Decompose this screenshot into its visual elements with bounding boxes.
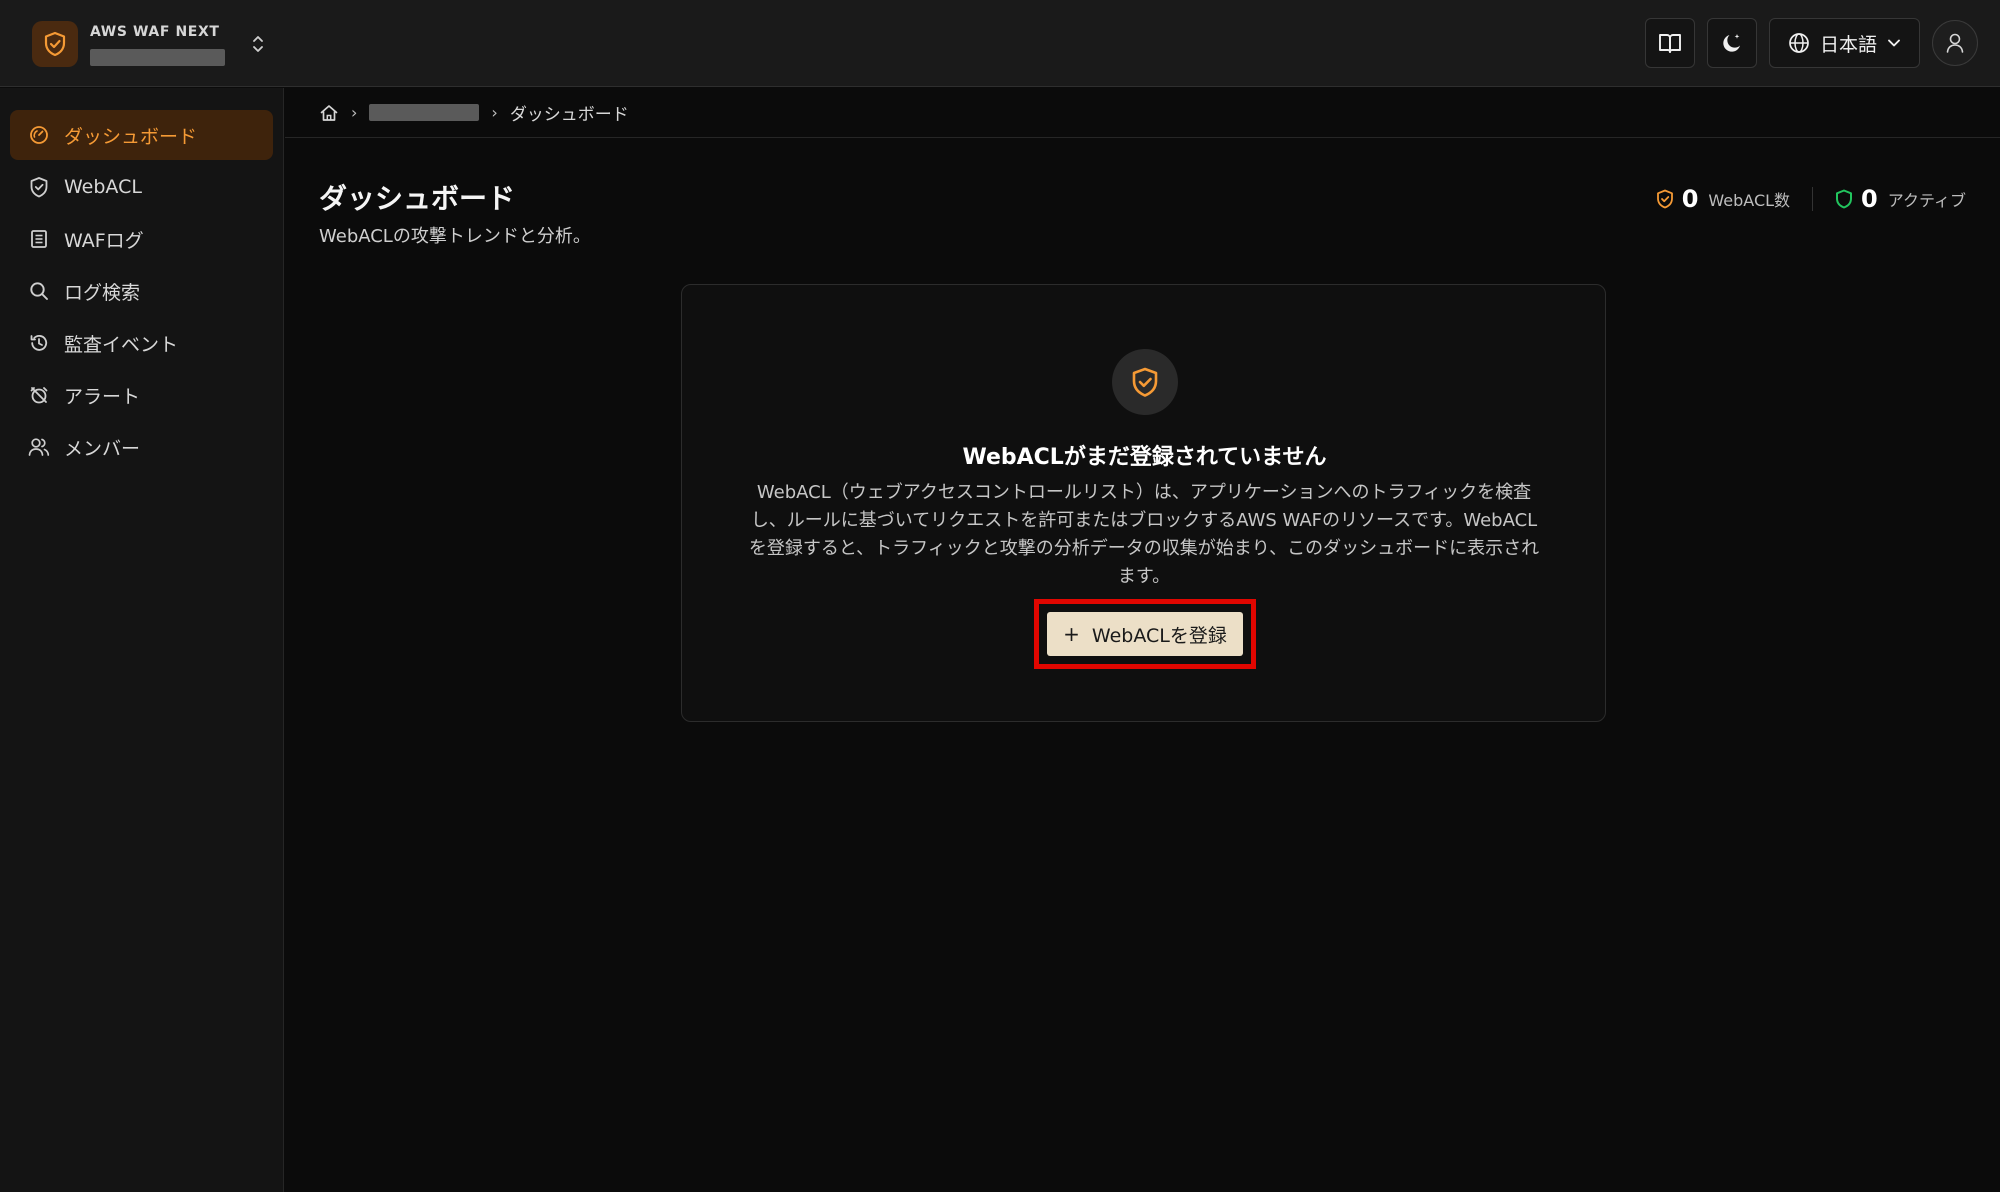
summary-stats: 0 WebACL数 0 アクティブ: [1656, 184, 1966, 214]
chevron-right-icon: ›: [491, 103, 498, 122]
sidebar-item-label: メンバー: [64, 437, 141, 460]
users-icon: [28, 436, 50, 458]
alarm-off-icon: [28, 384, 50, 406]
user-icon: [1946, 33, 1964, 53]
shield-check-icon: [1112, 349, 1178, 415]
home-icon[interactable]: [319, 104, 339, 122]
sidebar-item-label: ログ検索: [64, 281, 141, 304]
page-title: ダッシュボード: [319, 182, 516, 215]
register-webacl-label: WebACLを登録: [1091, 624, 1227, 647]
brand-name: AWS WAF NEXT: [90, 23, 220, 40]
sidebar-item-webacl[interactable]: WebACL: [10, 162, 273, 212]
sidebar-item-label: WebACL: [64, 176, 142, 198]
stat-webacl-count-label: WebACL数: [1708, 191, 1791, 210]
highlight-box: + WebACLを登録: [1034, 599, 1256, 669]
page-subtitle: WebACLの攻撃トレンドと分析。: [319, 226, 591, 247]
account-switcher-button[interactable]: [246, 29, 270, 59]
stat-active-count: 0 アクティブ: [1835, 185, 1966, 213]
sidebar-item-members[interactable]: メンバー: [10, 422, 273, 472]
empty-state-title: WebACLがまだ登録されていません: [962, 445, 1327, 470]
chevron-down-icon: [1888, 39, 1900, 47]
breadcrumb: › › ダッシュボード: [285, 88, 2000, 138]
language-select[interactable]: 日本語: [1768, 18, 1920, 68]
log-list-icon: [28, 228, 50, 250]
shield-check-icon: [28, 176, 50, 198]
theme-toggle-button[interactable]: [1706, 18, 1757, 68]
stat-active-count-label: アクティブ: [1887, 191, 1966, 210]
docs-button[interactable]: [1644, 18, 1695, 68]
brand-text: AWS WAF NEXT: [90, 23, 230, 66]
globe-icon: [1789, 33, 1809, 53]
gauge-icon: [28, 124, 50, 146]
stat-webacl-count-value: 0: [1681, 185, 1699, 213]
sidebar-item-label: ダッシュボード: [64, 125, 198, 148]
stat-active-count-value: 0: [1861, 185, 1878, 213]
history-icon: [28, 332, 50, 354]
plus-icon: +: [1063, 622, 1080, 646]
empty-state-card: WebACLがまだ登録されていません WebACL（ウェブアクセスコントロールリ…: [681, 284, 1606, 722]
sidebar-item-audit-events[interactable]: 監査イベント: [10, 318, 273, 368]
stat-divider: [1812, 187, 1814, 211]
shield-check-icon: [1656, 189, 1673, 209]
sidebar-item-dashboard[interactable]: ダッシュボード: [10, 110, 273, 160]
top-actions: 日本語: [1644, 18, 1978, 68]
main-content: › › ダッシュボード ダッシュボード WebACLの攻撃トレンドと分析。 0 …: [285, 88, 2000, 1192]
redacted-account-name: [90, 48, 225, 66]
sidebar-item-log-search[interactable]: ログ検索: [10, 266, 273, 316]
breadcrumb-redacted-account[interactable]: [369, 104, 480, 121]
brand-logo-icon: [32, 21, 78, 67]
page-header: ダッシュボード WebACLの攻撃トレンドと分析。: [319, 180, 591, 248]
sidebar-nav: ダッシュボード WebACL WAFログ ログ検索 監査イベント アラート メン…: [0, 88, 283, 472]
sidebar-item-waf-logs[interactable]: WAFログ: [10, 214, 273, 264]
stat-webacl-count: 0 WebACL数: [1656, 185, 1790, 213]
user-menu-button[interactable]: [1932, 20, 1978, 66]
search-icon: [28, 280, 50, 302]
top-bar: AWS WAF NEXT 日本語: [0, 0, 2000, 87]
sidebar-item-alerts[interactable]: アラート: [10, 370, 273, 420]
breadcrumb-current: ダッシュボード: [509, 105, 629, 125]
moon-stars-icon: [1723, 34, 1740, 52]
sidebar: ダッシュボード WebACL WAFログ ログ検索 監査イベント アラート メン…: [0, 88, 284, 1192]
sidebar-item-label: アラート: [64, 385, 141, 408]
chevron-right-icon: ›: [351, 103, 358, 122]
empty-state-description: WebACL（ウェブアクセスコントロールリスト）は、アプリケーションへのトラフィ…: [748, 482, 1540, 587]
brand: AWS WAF NEXT: [32, 20, 270, 68]
shield-icon: [1836, 189, 1853, 209]
chevron-up-down-icon: [253, 36, 263, 52]
register-webacl-button[interactable]: + WebACLを登録: [1047, 612, 1243, 656]
sidebar-item-label: 監査イベント: [64, 333, 179, 356]
sidebar-item-label: WAFログ: [64, 229, 144, 252]
language-label: 日本語: [1819, 33, 1877, 56]
book-open-icon: [1659, 34, 1681, 53]
